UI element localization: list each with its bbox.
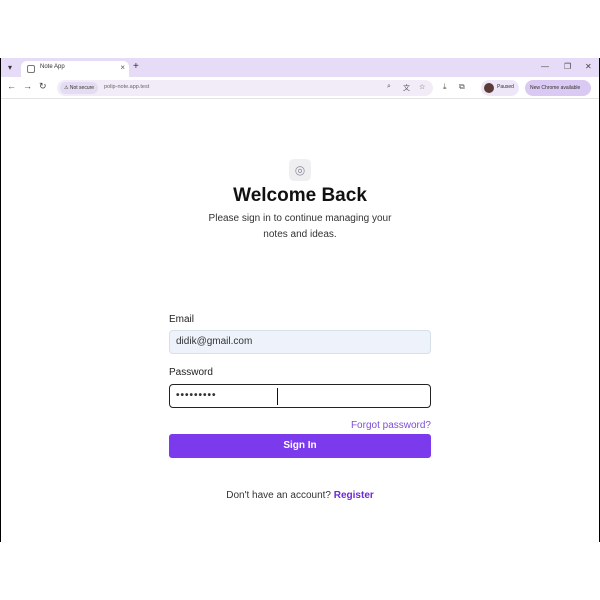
tab-title: Note App	[40, 64, 65, 70]
update-button[interactable]: New Chrome available	[525, 80, 591, 96]
note-logo-icon: ◎	[289, 159, 311, 181]
translate-icon[interactable]: 文	[403, 83, 410, 93]
globe-icon	[27, 65, 35, 73]
tab-strip: ▾ Note App × + — ❐ ✕	[1, 58, 599, 77]
sign-in-button[interactable]: Sign In	[169, 434, 431, 458]
download-icon[interactable]: ⤓	[443, 82, 447, 92]
forward-arrow-icon[interactable]: →	[23, 81, 32, 91]
text-cursor	[277, 388, 278, 405]
new-tab-button[interactable]: +	[133, 61, 139, 72]
maximize-icon[interactable]: ❐	[564, 62, 571, 71]
avatar	[484, 83, 494, 93]
login-page: ◎ Welcome Back Please sign in to continu…	[1, 100, 599, 542]
forgot-password-link[interactable]: Forgot password?	[1, 420, 431, 431]
email-field[interactable]: didik@gmail.com	[169, 330, 431, 354]
address-bar[interactable]: ⚠ Not secure polip-note.app.test ⌕ 文 ☆	[57, 80, 433, 96]
chevron-down-icon[interactable]: ▾	[4, 62, 16, 73]
star-icon[interactable]: ☆	[419, 83, 425, 91]
close-icon[interactable]: ×	[120, 63, 125, 72]
puzzle-icon[interactable]: ⧉	[459, 82, 465, 92]
profile-status: Paused	[497, 84, 514, 90]
close-window-icon[interactable]: ✕	[585, 62, 592, 71]
reload-icon[interactable]: ↻	[39, 81, 47, 92]
lens-icon[interactable]: ⌕	[387, 83, 391, 91]
security-badge[interactable]: ⚠ Not secure	[60, 82, 99, 94]
tab-note-app[interactable]: Note App ×	[21, 61, 129, 77]
url-text[interactable]: polip-note.app.test	[104, 84, 149, 90]
password-label: Password	[169, 367, 213, 378]
browser-toolbar: ← → ↻ ⚠ Not secure polip-note.app.test ⌕…	[1, 77, 599, 99]
minimize-icon[interactable]: —	[541, 62, 549, 71]
password-field[interactable]: •••••••••	[169, 384, 431, 408]
browser-window: ▾ Note App × + — ❐ ✕ ← → ↻ ⚠ Not secure …	[1, 58, 599, 542]
register-link[interactable]: Register	[334, 490, 374, 501]
register-prompt: Don't have an account? Register	[1, 490, 599, 501]
no-account-text: Don't have an account?	[226, 490, 331, 501]
profile-button[interactable]: Paused	[481, 80, 519, 96]
page-title: Welcome Back	[233, 185, 367, 206]
page-subtitle: Please sign in to continue managing your…	[208, 213, 392, 240]
email-label: Email	[169, 314, 195, 325]
back-arrow-icon[interactable]: ←	[7, 81, 16, 91]
